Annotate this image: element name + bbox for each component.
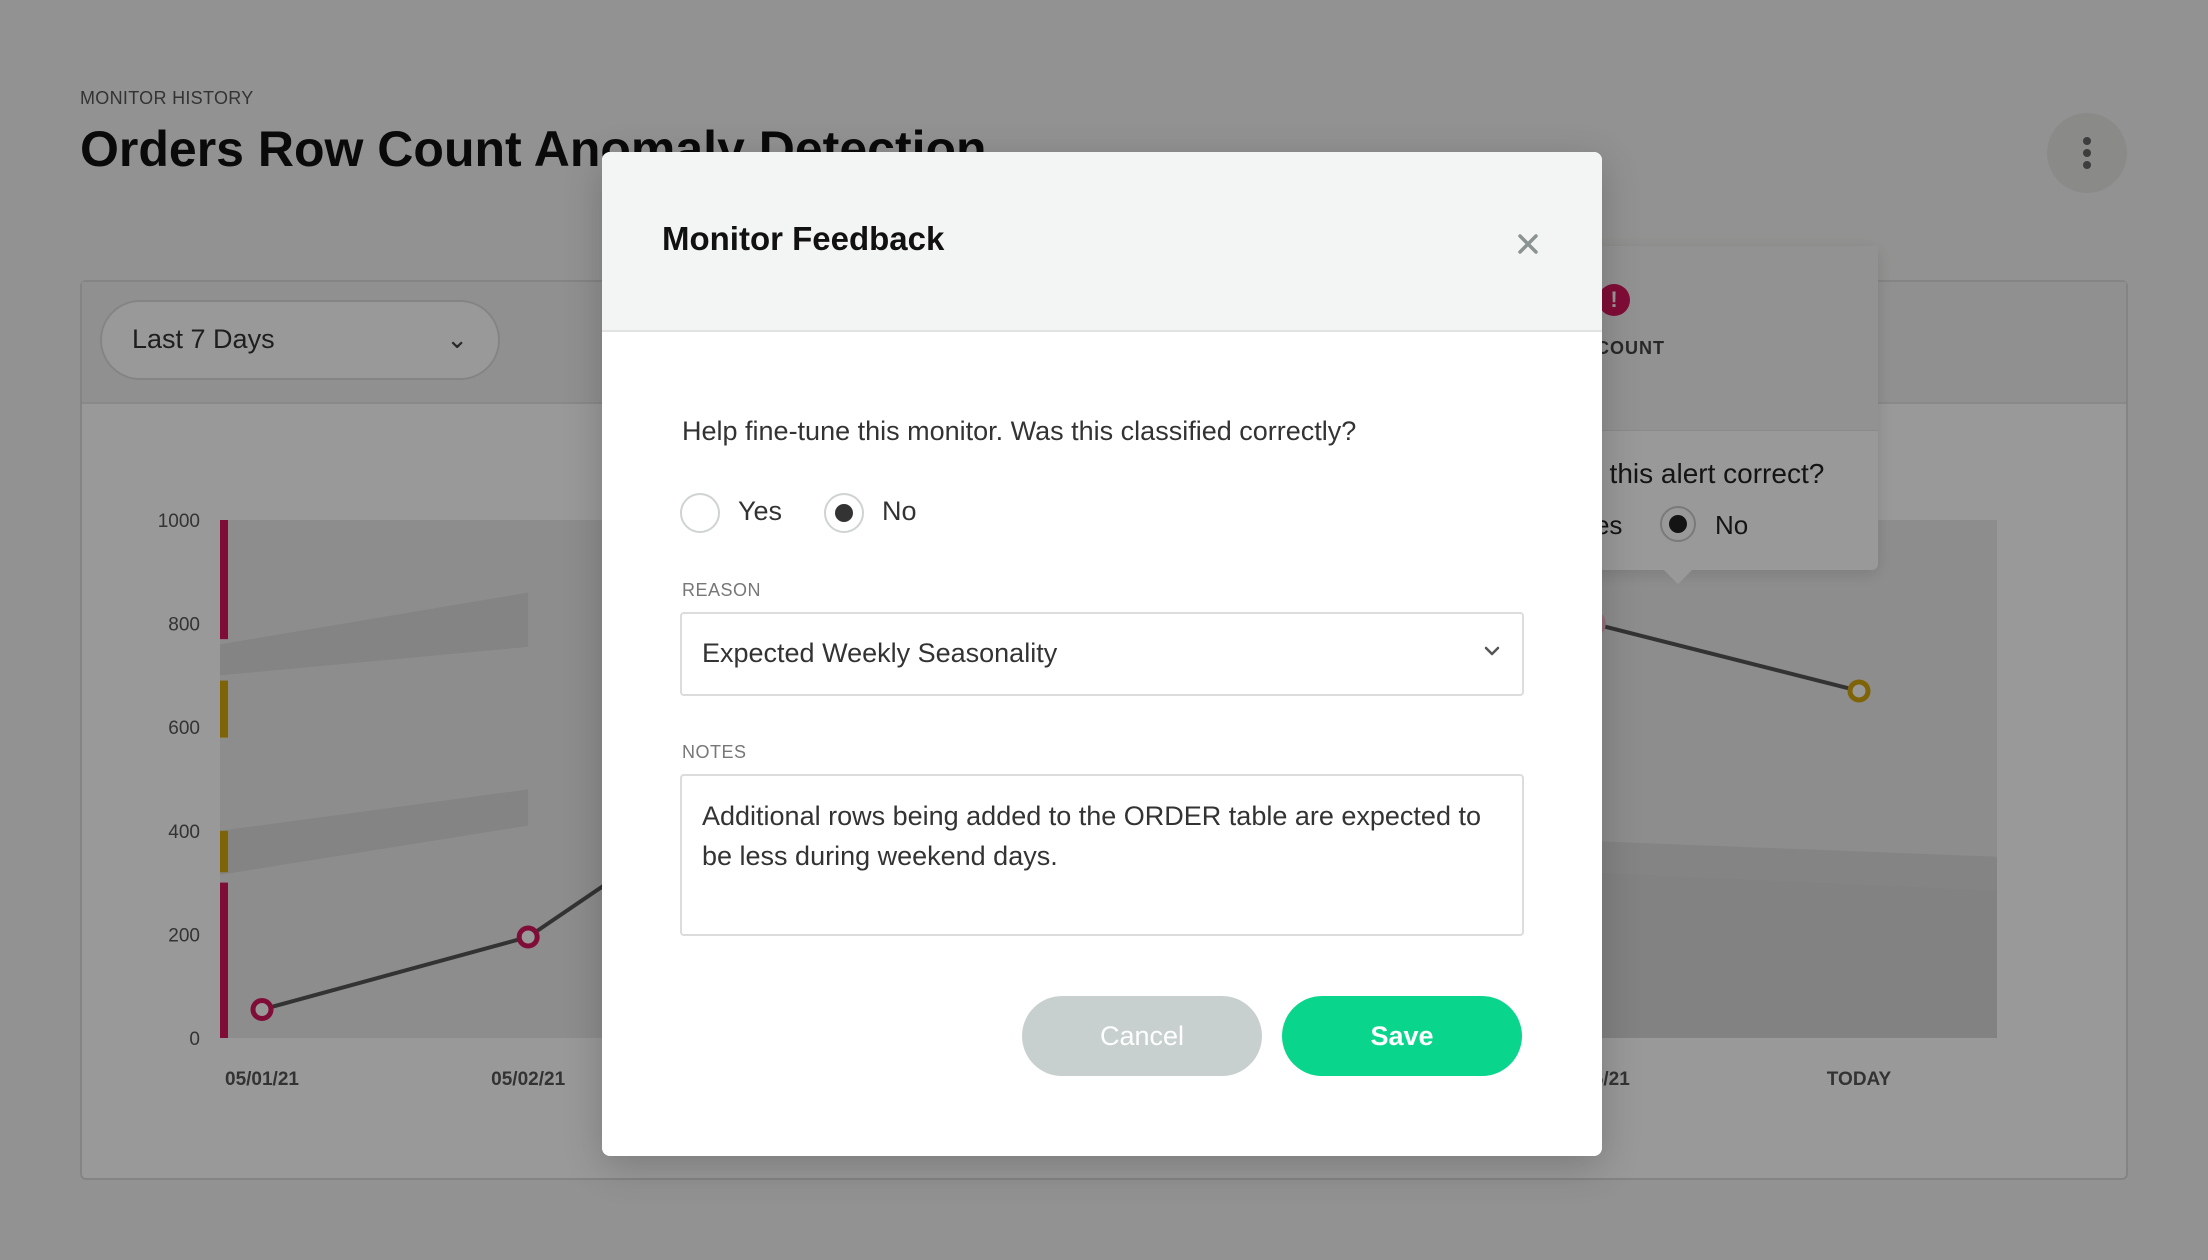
yes-radio-label[interactable]: Yes: [738, 496, 782, 527]
reason-select-value: Expected Weekly Seasonality: [702, 638, 1058, 668]
close-button[interactable]: [1508, 224, 1548, 264]
close-icon: [1518, 234, 1538, 254]
reason-select[interactable]: Expected Weekly Seasonality: [680, 612, 1524, 696]
feedback-question: Help fine-tune this monitor. Was this cl…: [682, 416, 1357, 446]
reason-label: REASON: [682, 580, 762, 600]
feedback-modal: Monitor Feedback Help fine-tune this mon…: [602, 152, 1602, 1156]
no-radio[interactable]: [824, 493, 864, 533]
modal-header: Monitor Feedback: [602, 152, 1602, 332]
cancel-button[interactable]: Cancel: [1022, 996, 1262, 1076]
notes-label: NOTES: [682, 742, 747, 762]
no-radio-label[interactable]: No: [882, 496, 917, 527]
modal-title: Monitor Feedback: [662, 220, 945, 257]
notes-textarea[interactable]: Additional rows being added to the ORDER…: [680, 774, 1524, 936]
yes-radio[interactable]: [680, 493, 720, 533]
save-button[interactable]: Save: [1282, 996, 1522, 1076]
chevron-down-icon: [1482, 644, 1502, 663]
